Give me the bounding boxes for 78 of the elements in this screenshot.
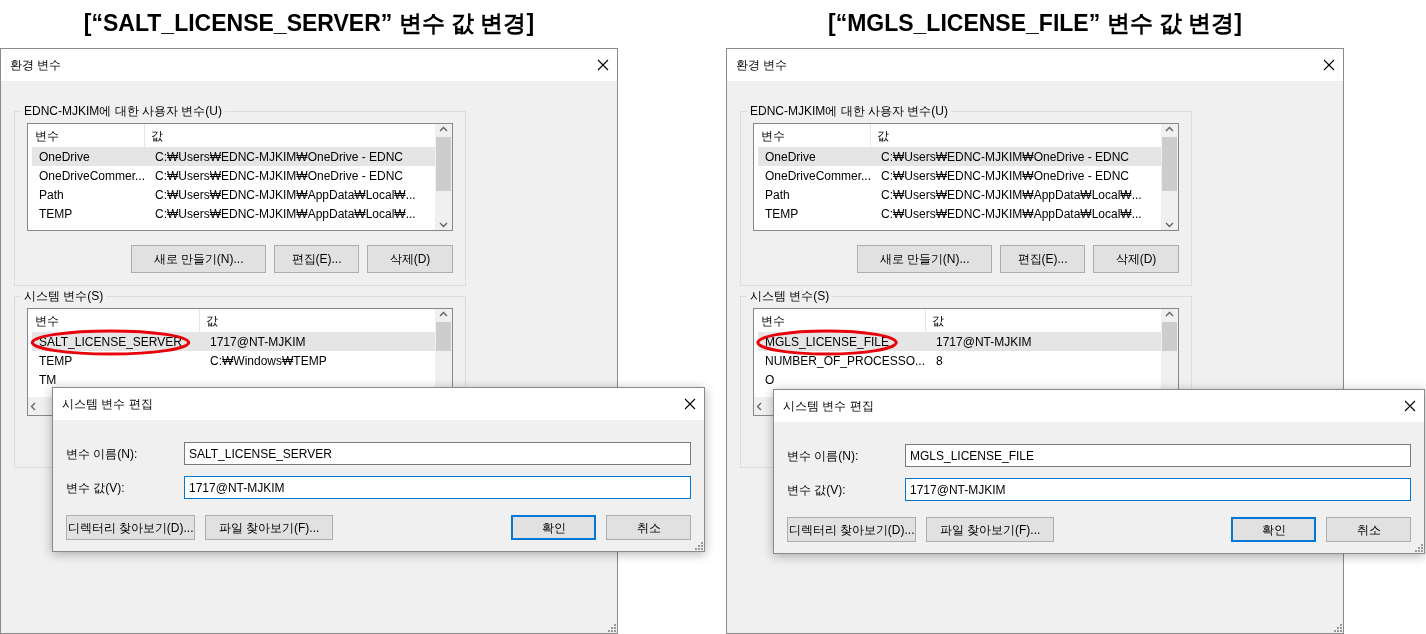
- list-cell: C:₩Users₩EDNC-MJKIM₩AppData₩Local₩...: [155, 187, 416, 202]
- list-cell: C:₩Users₩EDNC-MJKIM₩OneDrive - EDNC: [155, 168, 403, 183]
- close-icon[interactable]: [684, 398, 696, 410]
- dialog-button[interactable]: 확인: [1231, 517, 1316, 542]
- list-box[interactable]: 변수 값 OneDrive C:₩Users₩EDNC-MJKIM₩OneDrive - EDNC OneDriveCommer... C:₩Users₩EDNC-MJKIM₩OneDrive - EDNC Path C:₩Users₩EDNC-MJKIM₩AppData₩Local₩... TEMP C:₩Users₩EDNC-MJKIM₩AppData₩Local₩...: [27, 123, 453, 231]
- group-label: 시스템 변수(S): [23, 288, 105, 304]
- list-cell: 1717@NT-MJKIM: [936, 334, 1032, 349]
- window-title: 시스템 변수 편집: [62, 396, 153, 413]
- list-cell: C:₩Users₩EDNC-MJKIM₩AppData₩Local₩...: [881, 206, 1142, 221]
- selected-row[interactable]: OneDrive C:₩Users₩EDNC-MJKIM₩OneDrive - EDNC: [758, 147, 1161, 166]
- resize-grip-icon[interactable]: [693, 540, 704, 551]
- input-field[interactable]: MGLS_LICENSE_FILE: [905, 444, 1411, 467]
- list-cell: TEMP: [39, 353, 73, 368]
- column-header[interactable]: 값: [926, 311, 1161, 330]
- column-header[interactable]: 값: [145, 126, 435, 145]
- resize-grip-icon[interactable]: [1413, 542, 1424, 553]
- dialog-button[interactable]: 디렉터리 찾아보기(D)...: [66, 515, 195, 540]
- dialog-button[interactable]: 편집(E)...: [1000, 245, 1085, 273]
- dialog-button[interactable]: 새로 만들기(N)...: [857, 245, 992, 273]
- list-cell: TM: [39, 372, 57, 387]
- group-label: 시스템 변수(S): [749, 288, 831, 304]
- group-label: EDNC-MJKIM에 대한 사용자 변수(U): [749, 103, 949, 119]
- close-icon[interactable]: [1323, 59, 1335, 71]
- list-cell: C:₩Users₩EDNC-MJKIM₩OneDrive - EDNC: [881, 149, 1129, 164]
- list-cell: C:₩Users₩EDNC-MJKIM₩OneDrive - EDNC: [881, 168, 1129, 183]
- dialog-button[interactable]: 파일 찾아보기(F)...: [205, 515, 333, 540]
- window-title: 시스템 변수 편집: [783, 398, 874, 415]
- list-cell: Path: [39, 187, 64, 202]
- list-cell: TEMP: [39, 206, 73, 221]
- list-cell: C:₩Users₩EDNC-MJKIM₩AppData₩Local₩...: [155, 206, 416, 221]
- resize-grip-icon[interactable]: [1332, 622, 1343, 633]
- dialog-button[interactable]: 디렉터리 찾아보기(D)...: [787, 517, 916, 542]
- window-title: 환경 변수: [10, 57, 62, 74]
- selected-row[interactable]: SALT_LICENSE_SERVER 1717@NT-MJKIM: [32, 332, 435, 351]
- list-cell: Path: [765, 187, 790, 202]
- list-cell: TEMP: [765, 206, 799, 221]
- heading: [“SALT_LICENSE_SERVER” 변수 값 변경]: [82, 9, 536, 38]
- list-cell: NUMBER_OF_PROCESSO...: [765, 353, 926, 368]
- field-label: 변수 값(V):: [66, 479, 126, 497]
- list-cell: C:₩Users₩EDNC-MJKIM₩AppData₩Local₩...: [881, 187, 1142, 202]
- dialog-button[interactable]: 파일 찾아보기(F)...: [926, 517, 1054, 542]
- scrollbar[interactable]: [1161, 124, 1178, 230]
- list-box[interactable]: 변수 값 OneDrive C:₩Users₩EDNC-MJKIM₩OneDrive - EDNC OneDriveCommer... C:₩Users₩EDNC-MJKIM₩OneDrive - EDNC Path C:₩Users₩EDNC-MJKIM₩AppData₩Local₩... TEMP C:₩Users₩EDNC-MJKIM₩AppData₩Local₩...: [753, 123, 1179, 231]
- list-cell-text: SALT_LICENSE_SERVER: [39, 333, 182, 351]
- dialog-button[interactable]: 확인: [511, 515, 596, 540]
- heading: [“MGLS_LICENSE_FILE” 변수 값 변경]: [827, 9, 1243, 38]
- close-icon[interactable]: [597, 59, 609, 71]
- dialog-button[interactable]: 취소: [1326, 517, 1411, 542]
- selected-row[interactable]: OneDrive C:₩Users₩EDNC-MJKIM₩OneDrive - EDNC: [32, 147, 435, 166]
- dialog-button[interactable]: 삭제(D): [1093, 245, 1179, 273]
- list-cell-text: MGLS_LICENSE_FILE: [765, 333, 890, 351]
- list-cell: OneDrive: [39, 149, 90, 164]
- field-label: 변수 값(V):: [787, 481, 847, 499]
- list-cell: OneDrive: [765, 149, 816, 164]
- close-icon[interactable]: [1404, 400, 1416, 412]
- list-cell: OneDriveCommer...: [39, 168, 146, 183]
- group-label: EDNC-MJKIM에 대한 사용자 변수(U): [23, 103, 223, 119]
- list-cell: C:₩Windows₩TEMP: [210, 353, 327, 368]
- dialog-button[interactable]: 취소: [606, 515, 691, 540]
- window-title: 환경 변수: [736, 57, 788, 74]
- dialog-button[interactable]: 삭제(D): [367, 245, 453, 273]
- field-label: 변수 이름(N):: [66, 445, 139, 463]
- scrollbar[interactable]: [435, 124, 452, 230]
- list-cell: 8: [936, 353, 943, 368]
- list-cell: O: [765, 372, 775, 387]
- selected-row[interactable]: MGLS_LICENSE_FILE 1717@NT-MJKIM: [758, 332, 1161, 351]
- list-cell: OneDriveCommer...: [765, 168, 872, 183]
- field-label: 변수 이름(N):: [787, 447, 860, 465]
- dialog-button[interactable]: 새로 만들기(N)...: [131, 245, 266, 273]
- input-field[interactable]: 1717@NT-MJKIM: [905, 478, 1411, 501]
- list-cell: 1717@NT-MJKIM: [210, 334, 306, 349]
- column-header[interactable]: 값: [871, 126, 1161, 145]
- dialog-button[interactable]: 편집(E)...: [274, 245, 359, 273]
- input-field[interactable]: 1717@NT-MJKIM: [184, 476, 691, 499]
- input-field[interactable]: SALT_LICENSE_SERVER: [184, 442, 691, 465]
- resize-grip-icon[interactable]: [606, 622, 617, 633]
- column-header[interactable]: 값: [200, 311, 435, 330]
- list-cell: C:₩Users₩EDNC-MJKIM₩OneDrive - EDNC: [155, 149, 403, 164]
